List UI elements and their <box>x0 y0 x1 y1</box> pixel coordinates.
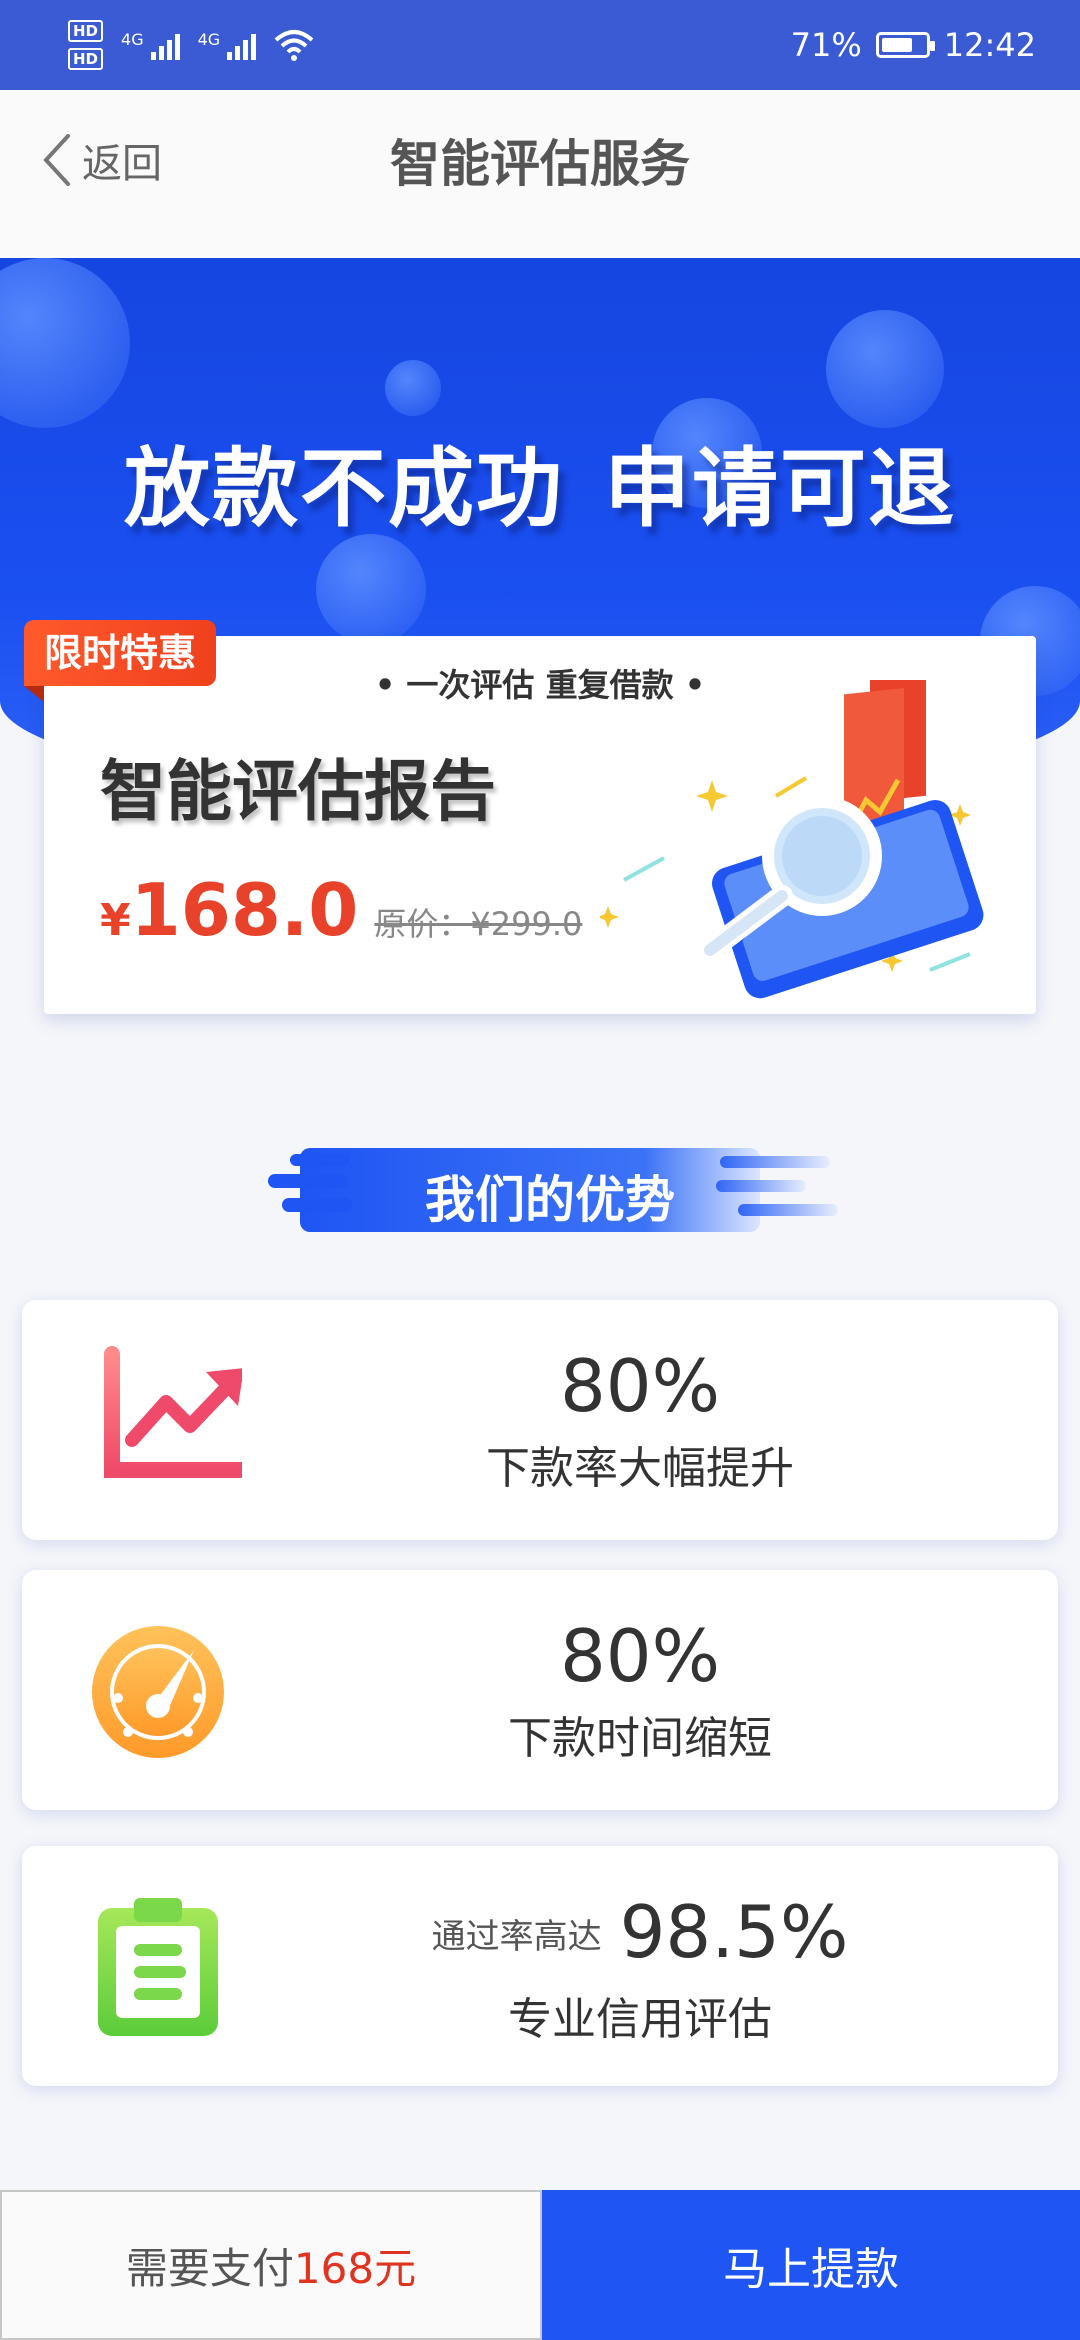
nav-bar: 返回 智能评估服务 <box>0 90 1080 258</box>
network-type-1: 4G <box>121 30 144 49</box>
feature-card: 80% 下款时间缩短 <box>22 1570 1058 1810</box>
current-price: ¥168.0 <box>100 868 358 952</box>
feature-text: 80% 下款时间缩短 <box>222 1614 1058 1766</box>
status-left: HD HD 4G 4G <box>68 20 314 70</box>
feature-value: 80% <box>559 1614 721 1698</box>
feature-label: 下款率大幅提升 <box>486 1443 794 1494</box>
clock: 12:42 <box>943 26 1036 64</box>
decor-bubble <box>826 310 944 428</box>
pay-amount: 168元 <box>293 2243 417 2293</box>
battery-fill <box>881 38 912 52</box>
pay-prefix: 需要支付 <box>125 2243 294 2293</box>
currency-symbol: ¥ <box>100 895 131 946</box>
payment-summary: 需要支付 168元 <box>0 2190 542 2340</box>
decor-bubble <box>0 258 130 428</box>
feature-prefix: 通过率高达 <box>431 1917 602 1958</box>
signal-icon-1: 4G <box>121 30 180 60</box>
feature-value: 80% <box>559 1344 721 1428</box>
price-value: 168.0 <box>130 868 359 952</box>
original-price: 原价：¥299.0 <box>374 905 583 943</box>
status-right: 71% 12:42 <box>791 26 1036 64</box>
hero-slogan: 放款不成功 申请可退 <box>0 418 1080 543</box>
advantages-title: 我们的优势 <box>425 1171 675 1229</box>
hd-badge-2: HD <box>68 48 104 70</box>
feature-text: 通过率高达 98.5% 专业信用评估 <box>222 1890 1058 2047</box>
phone-magnifier-illustration <box>600 680 984 999</box>
slogan-right: 申请可退 <box>604 439 956 539</box>
page-title: 智能评估服务 <box>390 135 690 193</box>
feature-label: 专业信用评估 <box>508 1994 772 2046</box>
clipboard-icon <box>98 1898 218 2036</box>
slogan-left: 放款不成功 <box>124 439 564 539</box>
hd-indicator: HD HD <box>68 20 104 70</box>
speedometer-icon <box>92 1626 224 1758</box>
decor-bubble <box>316 534 426 644</box>
battery-percent: 71% <box>790 26 862 64</box>
decor-bubble <box>385 360 441 416</box>
network-type-2: 4G <box>197 30 221 49</box>
bottom-action-bar: 需要支付 168元 马上提款 <box>0 2190 1080 2340</box>
feature-card: 80% 下款率大幅提升 <box>22 1300 1058 1540</box>
feature-label: 下款时间缩短 <box>508 1713 772 1764</box>
price-row: ¥168.0 原价：¥299.0 <box>100 868 582 952</box>
feature-value: 98.5% <box>619 1890 849 1974</box>
signal-icon-2: 4G <box>198 30 257 60</box>
feature-text: 80% 下款率大幅提升 <box>222 1344 1058 1496</box>
trend-up-icon <box>104 1346 242 1478</box>
report-title: 智能评估报告 <box>100 753 496 830</box>
status-bar: HD HD 4G 4G 71% 12:42 <box>0 0 1080 90</box>
promo-tag: 限时特惠 <box>24 620 217 702</box>
hd-badge-1: HD <box>68 20 104 42</box>
feature-card: 通过率高达 98.5% 专业信用评估 <box>22 1846 1058 2086</box>
advantages-header: 我们的优势 <box>260 1146 840 1234</box>
feature-value-row: 通过率高达 98.5% <box>222 1890 1058 1979</box>
withdraw-button[interactable]: 马上提款 <box>542 2190 1080 2340</box>
battery-icon <box>875 32 935 58</box>
wifi-icon <box>274 30 314 61</box>
